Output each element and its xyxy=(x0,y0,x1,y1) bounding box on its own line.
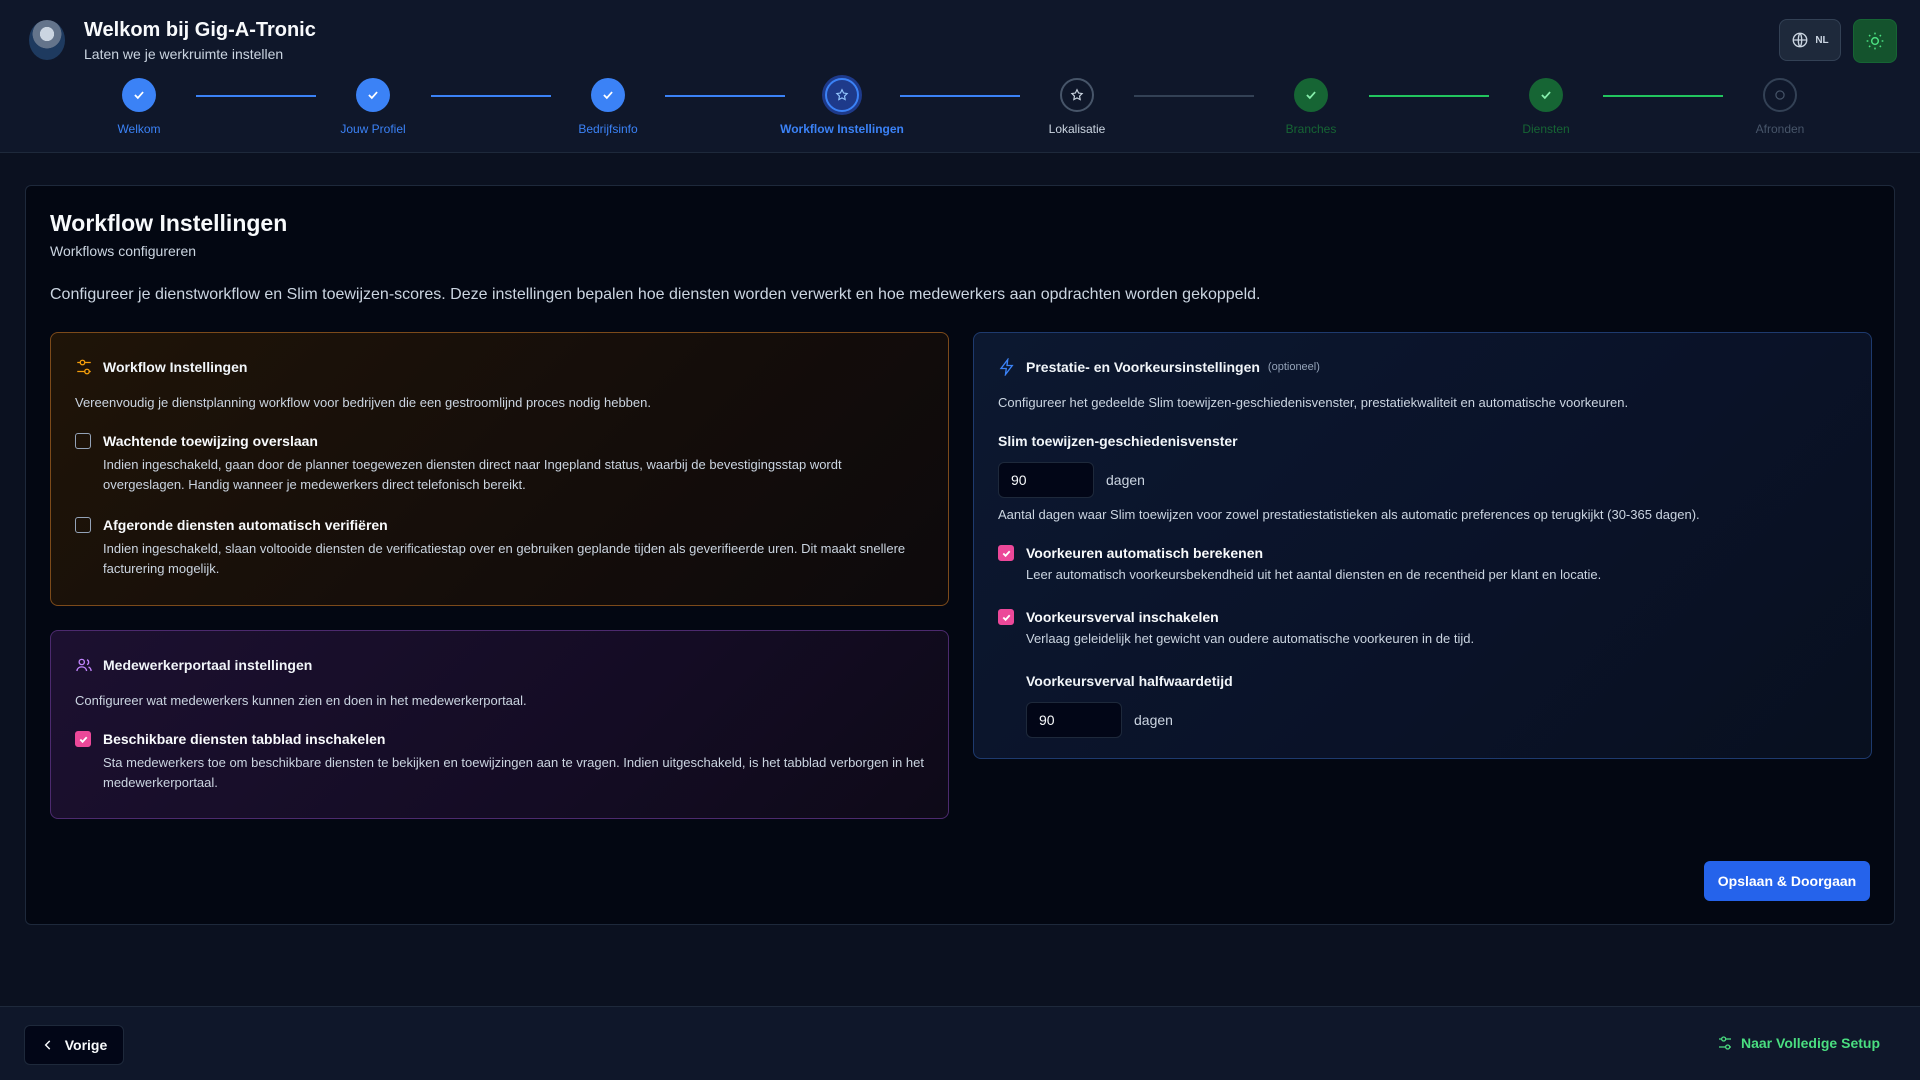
history-window-input[interactable] xyxy=(998,462,1094,498)
check-icon xyxy=(79,736,87,743)
step-label: Bedrijfsinfo xyxy=(578,122,638,136)
history-window-unit: dagen xyxy=(1106,472,1145,488)
check-icon xyxy=(1002,550,1010,557)
option-description: Indien ingeschakeld, gaan door de planne… xyxy=(103,457,842,492)
theme-toggle-button[interactable] xyxy=(1853,19,1897,63)
app-logo xyxy=(29,20,65,60)
panel-title: Workflow Instellingen xyxy=(103,359,248,375)
step-label: Branches xyxy=(1285,122,1337,136)
step-jouw-profiel[interactable]: Jouw Profiel xyxy=(293,78,453,136)
check-icon xyxy=(368,91,378,100)
step-circle xyxy=(1763,78,1797,112)
auto-preferences-checkbox[interactable] xyxy=(998,545,1014,561)
history-window-help: Aantal dagen waar Slim toewijzen voor zo… xyxy=(998,507,1700,522)
check-icon xyxy=(1002,614,1010,621)
sun-icon xyxy=(1866,32,1884,50)
page-title: Welkom bij Gig-A-Tronic xyxy=(84,19,316,41)
step-afronden[interactable]: Afronden xyxy=(1700,78,1860,136)
option-auto-preferences: Voorkeuren automatisch berekenen Leer au… xyxy=(998,543,1847,585)
previous-label: Vorige xyxy=(64,1037,108,1053)
star-icon xyxy=(835,88,849,101)
page-subtitle: Laten we je werkruimte instellen xyxy=(84,46,284,62)
step-bedrijfsinfo[interactable]: Bedrijfsinfo xyxy=(528,78,688,136)
check-icon xyxy=(603,91,613,100)
step-label: Afronden xyxy=(1755,122,1805,136)
option-description: Indien ingeschakeld, slaan voltooide die… xyxy=(103,541,906,576)
panel-title: Prestatie- en Voorkeursinstellingen xyxy=(1026,359,1260,375)
step-circle xyxy=(591,78,625,112)
option-title: Voorkeursverval inschakelen xyxy=(1026,609,1219,625)
step-workflow-instellingen[interactable]: Workflow Instellingen xyxy=(762,78,922,136)
save-continue-button[interactable]: Opslaan & Doorgaan xyxy=(1704,861,1870,901)
option-available-shifts-tab: Beschikbare diensten tabblad inschakelen… xyxy=(75,729,924,793)
option-description: Verlaag geleidelijk het gewicht van oude… xyxy=(1026,631,1475,646)
option-preference-decay: Voorkeursverval inschakelen Verlaag gele… xyxy=(998,607,1847,649)
circle-icon xyxy=(1775,90,1785,100)
section-description: Configureer je dienstworkflow en Slim to… xyxy=(50,286,1261,303)
previous-button[interactable]: Vorige xyxy=(24,1025,124,1065)
section-subtitle: Workflows configureren xyxy=(50,243,197,259)
option-title: Voorkeuren automatisch berekenen xyxy=(1026,545,1264,561)
step-diensten[interactable]: Diensten xyxy=(1466,78,1626,136)
step-circle xyxy=(1294,78,1328,112)
step-welkom[interactable]: Welkom xyxy=(59,78,219,136)
step-circle xyxy=(1529,78,1563,112)
performance-preferences-panel: Prestatie- en Voorkeursinstellingen (opt… xyxy=(973,332,1872,759)
optional-badge: (optioneel) xyxy=(1267,361,1320,373)
step-circle xyxy=(356,78,390,112)
option-title: Afgeronde diensten automatisch verifiëre… xyxy=(103,517,388,533)
step-circle xyxy=(1060,78,1094,112)
step-label: Welkom xyxy=(117,122,161,136)
panel-description: Configureer het gedeelde Slim toewijzen-… xyxy=(998,395,1629,410)
available-shifts-checkbox[interactable] xyxy=(75,731,91,747)
history-window-label: Slim toewijzen-geschiedenisvenster xyxy=(998,433,1238,449)
section-title: Workflow Instellingen xyxy=(50,210,288,236)
sliders-icon xyxy=(1719,1036,1731,1050)
check-icon xyxy=(1541,91,1551,100)
option-auto-verify: Afgeronde diensten automatisch verifiëre… xyxy=(75,515,924,579)
half-life-input[interactable] xyxy=(1026,702,1122,738)
users-icon xyxy=(76,658,92,672)
workflow-settings-card: Workflow Instellingen Workflows configur… xyxy=(25,185,1895,925)
step-circle xyxy=(122,78,156,112)
step-label: Workflow Instellingen xyxy=(780,122,904,136)
onboarding-stepper: Welkom Jouw Profiel Bedrijfsinfo Workflo… xyxy=(0,78,1920,138)
option-title: Wachtende toewijzing overslaan xyxy=(103,433,318,449)
top-bar: Welkom bij Gig-A-Tronic Laten we je werk… xyxy=(0,0,1920,153)
language-label: NL xyxy=(1815,34,1829,46)
panel-description: Configureer wat medewerkers kunnen zien … xyxy=(75,693,527,708)
employee-portal-panel: Medewerkerportaal instellingen Configure… xyxy=(50,630,949,819)
lightning-icon xyxy=(999,358,1014,376)
language-button[interactable]: NL xyxy=(1779,19,1841,61)
panel-title: Medewerkerportaal instellingen xyxy=(103,657,313,673)
full-setup-label: Naar Volledige Setup xyxy=(1741,1035,1880,1051)
star-icon xyxy=(1070,88,1084,101)
skip-pending-checkbox[interactable] xyxy=(75,433,91,449)
brand: Welkom bij Gig-A-Tronic Laten we je werk… xyxy=(29,18,316,62)
step-circle-current xyxy=(825,78,859,112)
globe-icon xyxy=(1792,32,1808,48)
check-icon xyxy=(1306,91,1316,100)
panel-description: Vereenvoudig je dienstplanning workflow … xyxy=(75,395,651,410)
option-description: Sta medewerkers toe om beschikbare diens… xyxy=(103,755,924,790)
option-title: Beschikbare diensten tabblad inschakelen xyxy=(103,731,386,747)
footer-bar: Vorige Naar Volledige Setup xyxy=(0,1006,1920,1080)
full-setup-link[interactable]: Naar Volledige Setup xyxy=(1717,1035,1880,1051)
sliders-icon xyxy=(77,359,91,375)
preference-decay-checkbox[interactable] xyxy=(998,609,1014,625)
step-lokalisatie[interactable]: Lokalisatie xyxy=(997,78,1157,136)
auto-verify-checkbox[interactable] xyxy=(75,517,91,533)
half-life-label: Voorkeursverval halfwaardetijd xyxy=(1026,673,1233,689)
workflow-panel: Workflow Instellingen Vereenvoudig je di… xyxy=(50,332,949,606)
step-label: Diensten xyxy=(1522,122,1570,136)
option-skip-pending-assignment: Wachtende toewijzing overslaan Indien in… xyxy=(75,431,924,495)
check-icon xyxy=(134,91,144,100)
chevron-left-icon xyxy=(44,1040,50,1050)
option-description: Leer automatisch voorkeursbekendheid uit… xyxy=(1026,567,1602,582)
step-label: Lokalisatie xyxy=(1048,122,1106,136)
step-branches[interactable]: Branches xyxy=(1231,78,1391,136)
half-life-unit: dagen xyxy=(1134,712,1173,728)
step-label: Jouw Profiel xyxy=(340,122,406,136)
